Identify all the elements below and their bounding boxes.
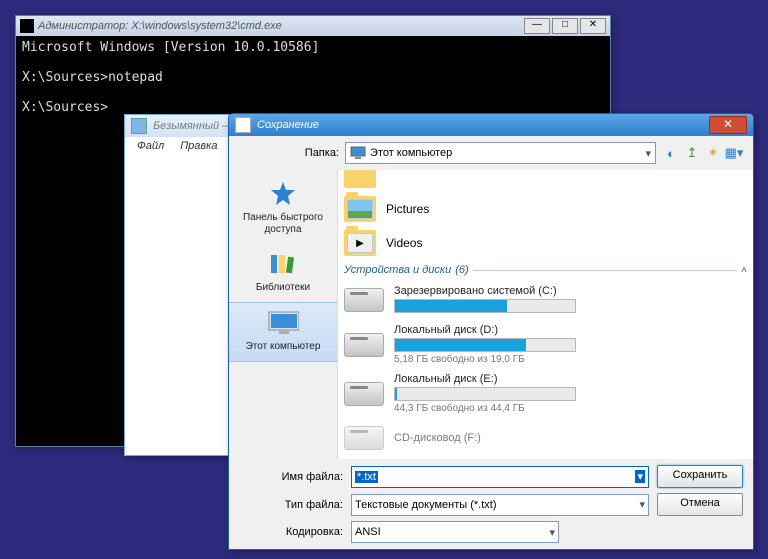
place-this-pc[interactable]: Этот компьютер	[229, 302, 337, 362]
view-menu-icon[interactable]: ▦▾	[725, 144, 743, 162]
drive-f[interactable]: CD-дисковод (F:)	[338, 418, 753, 458]
cancel-button[interactable]: Отмена	[657, 493, 743, 516]
close-button[interactable]: ✕	[580, 18, 606, 34]
chevron-down-icon: ▾	[549, 526, 555, 539]
star-icon	[267, 178, 299, 210]
dialog-title: Сохранение	[257, 119, 703, 131]
computer-icon	[350, 146, 366, 160]
cmd-title: Администратор: X:\windows\system32\cmd.e…	[38, 20, 520, 32]
folder-icon	[344, 196, 376, 222]
filename-field[interactable]: *.txt▾	[351, 466, 649, 488]
drive-c[interactable]: Зарезервировано системой (C:)	[338, 280, 753, 320]
lookin-combo[interactable]: Этот компьютер ▾	[345, 142, 656, 164]
maximize-button[interactable]: □	[552, 18, 578, 34]
encoding-combo[interactable]: ANSI▾	[351, 521, 559, 543]
drive-e[interactable]: Локальный диск (E:) 44,3 ГБ свободно из …	[338, 369, 753, 418]
toolbar-icons: ◐ ↥ ✶ ▦▾	[662, 144, 743, 162]
back-icon[interactable]: ◐	[662, 144, 680, 162]
folder-icon: ▶	[344, 230, 376, 256]
dialog-mid: Панель быстрого доступа Библиотеки Этот …	[229, 170, 753, 459]
drive-d[interactable]: Локальный диск (D:) 5,18 ГБ свободно из …	[338, 320, 753, 369]
usage-bar	[394, 338, 576, 352]
libraries-icon	[267, 248, 299, 280]
dialog-body: Папка: Этот компьютер ▾ ◐ ↥ ✶ ▦▾ Панель …	[229, 136, 753, 549]
folder-pictures[interactable]: Pictures	[338, 192, 753, 226]
filetype-label: Тип файла:	[239, 499, 343, 511]
cd-drive-icon	[344, 426, 384, 450]
video-icon: ▶	[347, 233, 373, 253]
minimize-button[interactable]: —	[524, 18, 550, 34]
folder-videos[interactable]: ▶ Videos	[338, 226, 753, 260]
cmd-titlebar[interactable]: Администратор: X:\windows\system32\cmd.e…	[16, 16, 610, 36]
lookin-label: Папка:	[239, 147, 339, 159]
place-libraries[interactable]: Библиотеки	[229, 244, 337, 302]
notepad-icon	[131, 118, 147, 134]
places-bar: Панель быстрого доступа Библиотеки Этот …	[229, 170, 338, 459]
encoding-label: Кодировка:	[239, 526, 343, 538]
new-folder-icon[interactable]: ✶	[704, 144, 722, 162]
lookin-row: Папка: Этот компьютер ▾ ◐ ↥ ✶ ▦▾	[229, 136, 753, 170]
menu-file[interactable]: Файл	[131, 139, 170, 159]
chevron-down-icon: ▾	[639, 498, 645, 511]
save-icon	[235, 117, 251, 133]
close-button[interactable]: ✕	[709, 116, 747, 134]
drive-icon	[344, 288, 384, 312]
folder-item[interactable]	[338, 170, 753, 192]
usage-bar	[394, 299, 576, 313]
menu-edit[interactable]: Правка	[174, 139, 223, 159]
cmd-window-buttons: — □ ✕	[524, 18, 606, 34]
folder-icon	[344, 170, 376, 188]
filetype-combo[interactable]: Текстовые документы (*.txt)▾	[351, 494, 649, 516]
save-dialog: Сохранение ✕ Папка: Этот компьютер ▾ ◐ ↥…	[228, 113, 754, 550]
place-quick-access[interactable]: Панель быстрого доступа	[229, 174, 337, 244]
chevron-down-icon: ▾	[645, 147, 651, 160]
drive-icon	[344, 333, 384, 357]
picture-icon	[347, 199, 373, 219]
save-button[interactable]: Сохранить	[657, 465, 743, 488]
up-icon[interactable]: ↥	[683, 144, 701, 162]
cmd-icon	[20, 19, 34, 33]
chevron-up-icon: ˄	[741, 265, 747, 276]
dialog-bottom: Имя файла: *.txt▾ Сохранить Тип файла: Т…	[229, 459, 753, 549]
notepad-title: Безымянный –	[153, 120, 228, 132]
dialog-titlebar[interactable]: Сохранение ✕	[229, 114, 753, 136]
group-devices[interactable]: Устройства и диски (6) ˄	[338, 260, 753, 280]
chevron-down-icon: ▾	[635, 470, 645, 483]
computer-icon	[267, 307, 299, 339]
file-list[interactable]: Pictures ▶ Videos Устройства и диски (6)…	[338, 170, 753, 459]
filename-label: Имя файла:	[239, 471, 343, 483]
drive-icon	[344, 382, 384, 406]
usage-bar	[394, 387, 576, 401]
